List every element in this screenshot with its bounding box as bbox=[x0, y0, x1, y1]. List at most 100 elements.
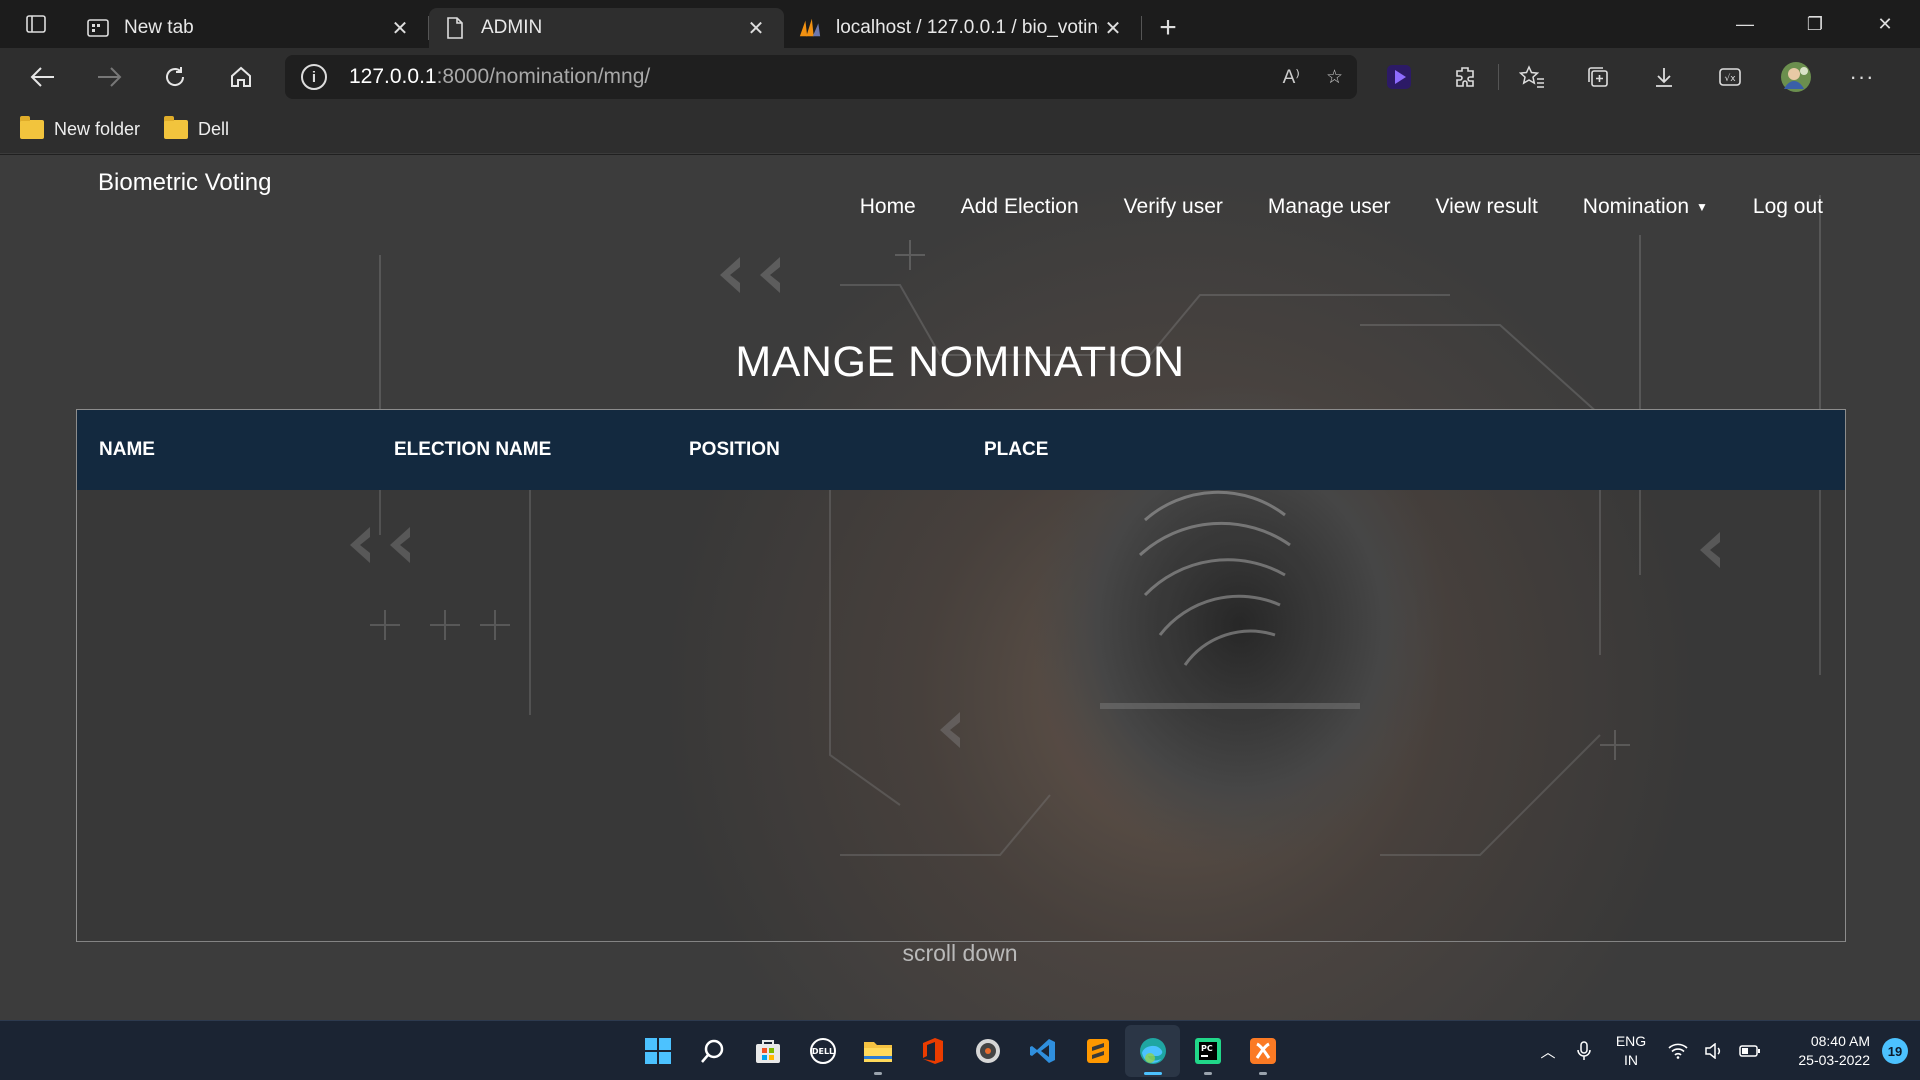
add-favorite-icon[interactable]: ☆ bbox=[1326, 66, 1343, 89]
minimize-icon: — bbox=[1736, 13, 1754, 34]
column-header-position: POSITION bbox=[689, 439, 780, 460]
close-icon: ✕ bbox=[1877, 13, 1893, 34]
bookmark-label: Dell bbox=[198, 119, 230, 139]
language-region: IN bbox=[1624, 1052, 1638, 1068]
chevron-up-icon: ︿ bbox=[1540, 1043, 1556, 1061]
browser-tab-bar: New tab ✕ ADMIN ✕ localhost / 127.0.0.1 … bbox=[0, 0, 1920, 48]
xampp-app[interactable] bbox=[1235, 1025, 1290, 1077]
back-arrow-icon bbox=[30, 67, 54, 87]
settings-more-button[interactable]: ··· bbox=[1829, 48, 1895, 106]
folder-icon bbox=[20, 116, 44, 139]
nav-nomination-label: Nomination bbox=[1582, 195, 1690, 218]
battery-icon[interactable] bbox=[1732, 1045, 1768, 1057]
running-indicator bbox=[1203, 1072, 1212, 1075]
nav-view-result[interactable]: View result bbox=[1435, 195, 1537, 219]
more-icon: ··· bbox=[1849, 64, 1875, 89]
phpmyadmin-icon bbox=[798, 16, 822, 40]
scroll-hint: scroll down bbox=[902, 940, 1018, 966]
start-button[interactable] bbox=[630, 1025, 685, 1077]
refresh-icon bbox=[166, 67, 185, 86]
windows-start-icon bbox=[644, 1038, 671, 1064]
taskbar-apps: DELL PC bbox=[630, 1021, 1290, 1080]
back-button[interactable] bbox=[10, 48, 76, 106]
close-icon[interactable]: ✕ bbox=[1099, 14, 1127, 42]
language-code: ENG bbox=[1615, 1033, 1647, 1049]
sublime-app[interactable] bbox=[1070, 1025, 1125, 1077]
search-button[interactable] bbox=[685, 1025, 740, 1077]
nav-nomination-dropdown[interactable]: Nomination ▼ bbox=[1583, 195, 1708, 219]
close-window-button[interactable]: ✕ bbox=[1850, 0, 1920, 48]
page-title: MANGE NOMINATION bbox=[735, 338, 1185, 386]
microphone-icon[interactable] bbox=[1566, 1041, 1602, 1061]
collections-icon bbox=[1588, 67, 1608, 87]
site-info-icon[interactable]: i bbox=[301, 64, 327, 90]
file-explorer-app[interactable] bbox=[850, 1025, 905, 1077]
profile-button[interactable] bbox=[1763, 48, 1829, 106]
math-solver-button[interactable]: √x bbox=[1697, 48, 1763, 106]
restore-icon: ❐ bbox=[1806, 13, 1824, 34]
vscode-icon bbox=[1029, 1039, 1055, 1063]
show-hidden-icons-button[interactable]: ︿ bbox=[1530, 1041, 1566, 1062]
language-indicator[interactable]: ENG IN bbox=[1602, 1032, 1660, 1070]
url-host: 127.0.0.1 bbox=[349, 65, 437, 88]
windows-taskbar: DELL PC ︿ ENG IN 08:40 AM 25-03-2022 19 bbox=[0, 1020, 1920, 1080]
restore-button[interactable]: ❐ bbox=[1780, 0, 1850, 48]
collections-button[interactable] bbox=[1565, 48, 1631, 106]
favorites-button[interactable] bbox=[1499, 48, 1565, 106]
tab-new-tab[interactable]: New tab ✕ bbox=[72, 8, 428, 48]
tab-actions-button[interactable] bbox=[0, 0, 72, 48]
download-icon bbox=[1656, 68, 1672, 87]
read-aloud-icon[interactable]: A⁾ bbox=[1283, 66, 1300, 89]
dell-icon: DELL bbox=[809, 1038, 836, 1064]
downloads-button[interactable] bbox=[1631, 48, 1697, 106]
refresh-button[interactable] bbox=[142, 48, 208, 106]
nav-manage-user[interactable]: Manage user bbox=[1268, 195, 1391, 219]
dell-app[interactable]: DELL bbox=[795, 1025, 850, 1077]
chevron-down-icon: ▼ bbox=[1696, 200, 1708, 214]
home-icon bbox=[231, 66, 251, 87]
avatar bbox=[1781, 62, 1811, 92]
clock[interactable]: 08:40 AM 25-03-2022 bbox=[1778, 1032, 1870, 1070]
nav-add-election[interactable]: Add Election bbox=[961, 195, 1079, 219]
nav-log-out[interactable]: Log out bbox=[1753, 195, 1823, 219]
bookmarks-bar: New folder Dell bbox=[0, 106, 1920, 154]
tab-phpmyadmin[interactable]: localhost / 127.0.0.1 / bio_voting ✕ bbox=[784, 8, 1141, 48]
close-icon[interactable]: ✕ bbox=[742, 14, 770, 42]
site-brand[interactable]: Biometric Voting bbox=[98, 169, 271, 197]
edge-icon bbox=[1139, 1038, 1166, 1064]
svg-text:DELL: DELL bbox=[811, 1047, 833, 1056]
nav-verify-user[interactable]: Verify user bbox=[1124, 195, 1223, 219]
bookmark-new-folder[interactable]: New folder bbox=[20, 116, 140, 140]
xampp-icon bbox=[1249, 1038, 1276, 1064]
favorites-icon bbox=[1519, 65, 1544, 88]
bookmark-dell[interactable]: Dell bbox=[164, 116, 230, 140]
store-icon bbox=[755, 1040, 780, 1063]
browser-toolbar: i 127.0.0.1:8000/nomination/mng/ A⁾ ☆ √x bbox=[0, 48, 1920, 106]
new-tab-button[interactable]: + bbox=[1142, 8, 1194, 48]
media-player-app[interactable] bbox=[960, 1025, 1015, 1077]
extension-button[interactable] bbox=[1366, 48, 1432, 106]
plus-icon: + bbox=[1159, 11, 1177, 44]
forward-button[interactable] bbox=[76, 48, 142, 106]
office-app[interactable] bbox=[905, 1025, 960, 1077]
nomination-table: NAME ELECTION NAME POSITION PLACE bbox=[76, 409, 1846, 942]
home-button[interactable] bbox=[208, 48, 274, 106]
tab-title: localhost / 127.0.0.1 / bio_voting bbox=[836, 17, 1099, 38]
notification-badge[interactable]: 19 bbox=[1882, 1038, 1908, 1064]
pycharm-app[interactable]: PC bbox=[1180, 1025, 1235, 1077]
vscode-app[interactable] bbox=[1015, 1025, 1070, 1077]
tab-admin[interactable]: ADMIN ✕ bbox=[429, 8, 784, 48]
volume-icon[interactable] bbox=[1696, 1043, 1732, 1059]
store-app[interactable] bbox=[740, 1025, 795, 1077]
folder-icon bbox=[164, 116, 189, 139]
nav-home[interactable]: Home bbox=[860, 195, 916, 219]
extensions-button[interactable] bbox=[1432, 48, 1498, 106]
close-icon[interactable]: ✕ bbox=[386, 14, 414, 42]
system-tray: ︿ ENG IN 08:40 AM 25-03-2022 19 bbox=[1530, 1021, 1920, 1080]
edge-app[interactable] bbox=[1125, 1025, 1180, 1077]
minimize-button[interactable]: — bbox=[1710, 0, 1780, 48]
wifi-icon[interactable] bbox=[1660, 1043, 1696, 1059]
address-bar[interactable]: i 127.0.0.1:8000/nomination/mng/ A⁾ ☆ bbox=[285, 55, 1357, 99]
running-indicator bbox=[1258, 1072, 1267, 1075]
sublime-icon bbox=[1086, 1039, 1109, 1063]
